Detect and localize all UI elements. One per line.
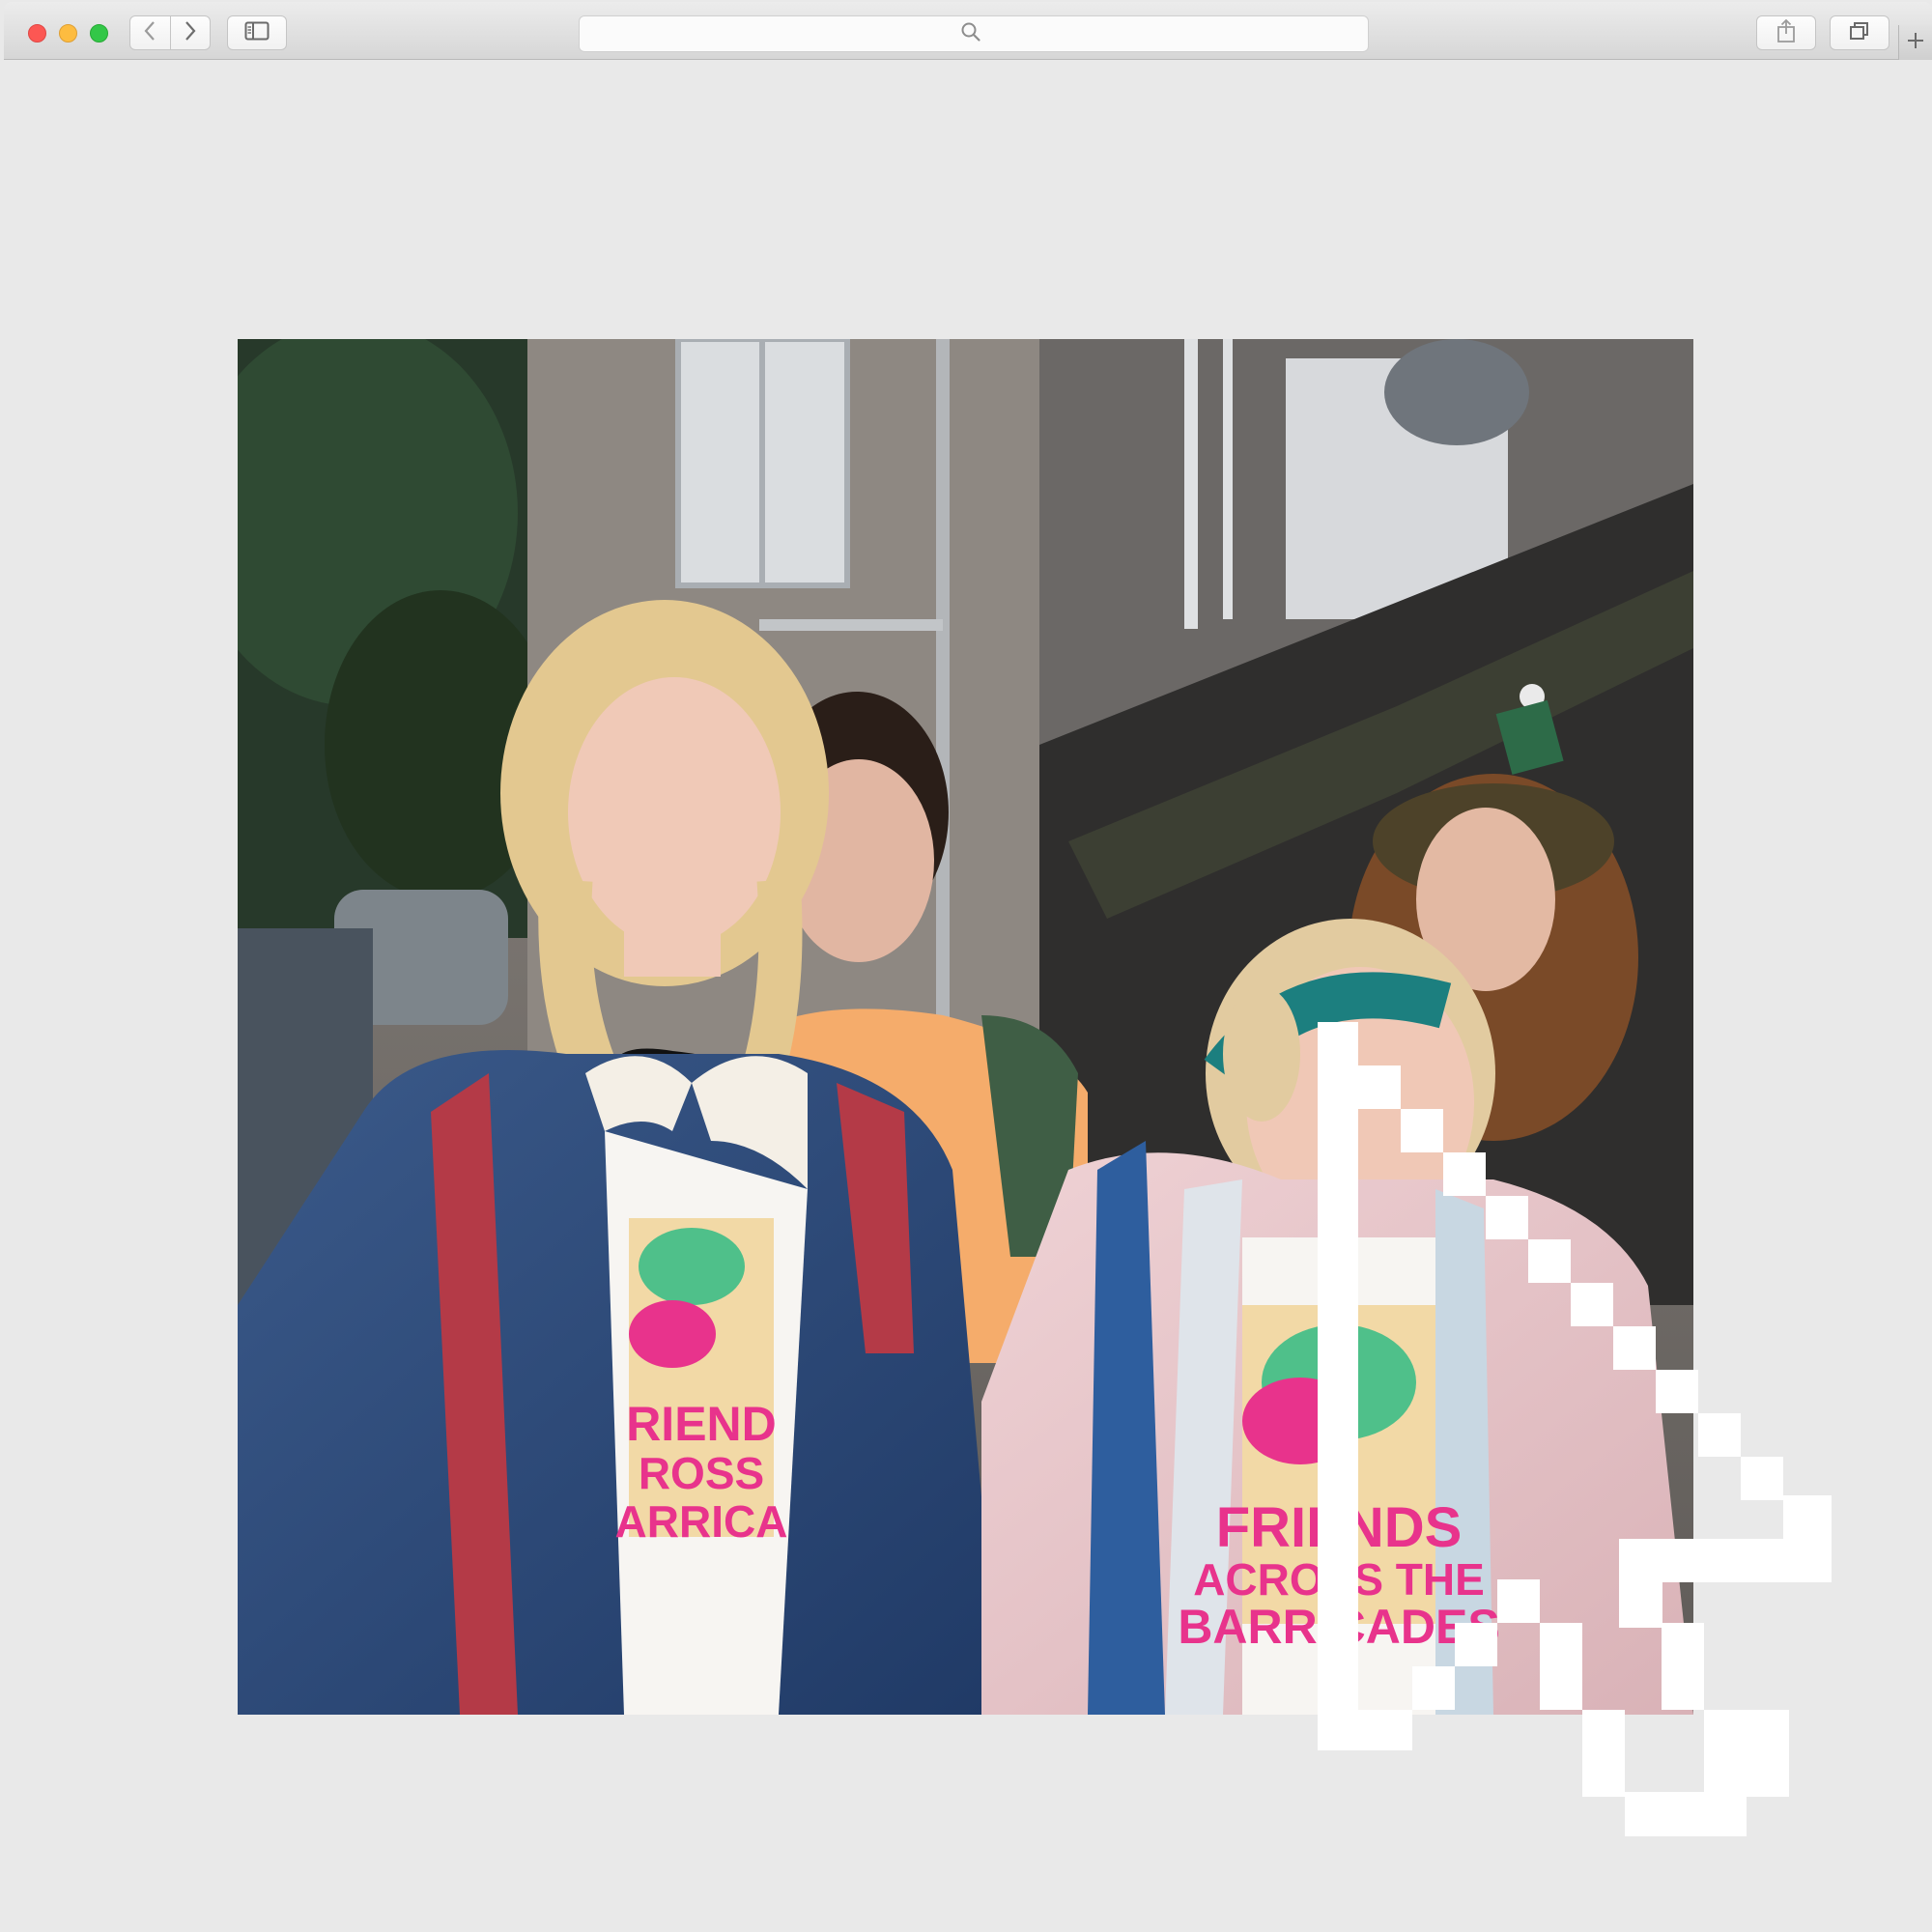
sidebar-toggle-button[interactable] [227,15,287,50]
tabs-overview-button[interactable] [1830,15,1889,50]
forward-button[interactable] [169,16,211,49]
shirt-print-right-line-2: ACROSS THE [1193,1554,1485,1605]
new-tab-button[interactable] [1898,25,1932,60]
chevron-left-icon [143,20,156,46]
shirt-print-left-line-3: ARRICA [615,1496,788,1547]
search-icon [960,21,981,47]
shirt-print-right-line-1: FRIENDS [1216,1496,1463,1559]
back-button[interactable] [130,16,170,49]
address-bar[interactable] [579,15,1369,52]
page-content: RIEND ROSS ARRICA FRIENDS ACROSS THE BAR… [0,61,1932,1932]
sidebar-icon [244,21,270,45]
shirt-print-left-line-1: RIEND [626,1397,777,1451]
close-window-button[interactable] [28,24,46,43]
chevron-right-icon [184,20,197,46]
hero-photo[interactable]: RIEND ROSS ARRICA FRIENDS ACROSS THE BAR… [238,339,1693,1715]
browser-window: RIEND ROSS ARRICA FRIENDS ACROSS THE BAR… [0,0,1932,1932]
minimize-window-button[interactable] [59,24,77,43]
share-button[interactable] [1756,15,1816,50]
maximize-window-button[interactable] [90,24,108,43]
shirt-print-left-line-2: ROSS [639,1448,764,1498]
navigation-buttons [129,15,211,50]
share-icon [1776,18,1796,48]
group-photo-illustration: RIEND ROSS ARRICA FRIENDS ACROSS THE BAR… [238,339,1693,1715]
browser-toolbar [4,2,1932,60]
plus-icon [1906,31,1925,55]
shirt-print-right-line-3: BARRICADES [1178,1600,1499,1654]
tabs-overview-icon [1848,20,1871,46]
